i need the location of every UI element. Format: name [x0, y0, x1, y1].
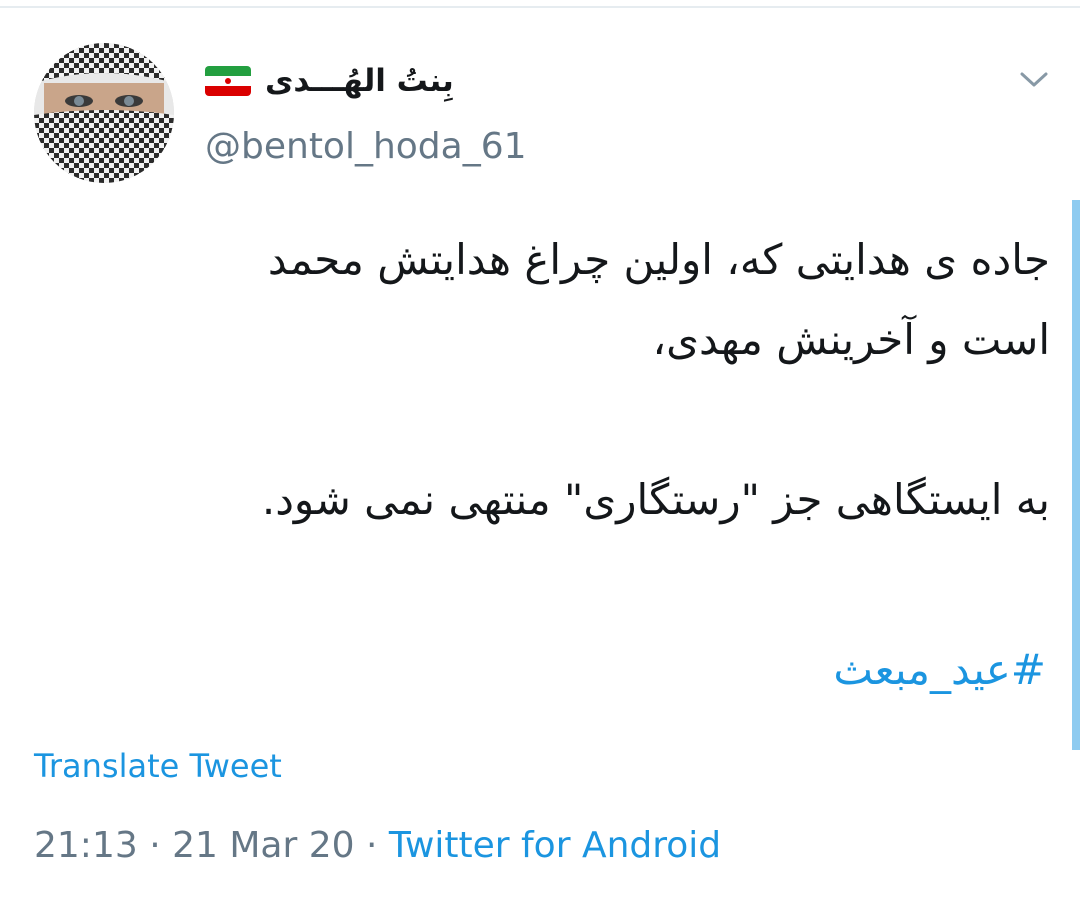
- meta-separator: ·: [366, 825, 378, 866]
- avatar-image: [34, 43, 174, 183]
- author-name-row[interactable]: بِنتُ الهُـــدی: [205, 58, 454, 104]
- tweet-time[interactable]: 21:13: [34, 825, 138, 866]
- tweet-menu-button[interactable]: [1014, 62, 1054, 98]
- hashtag-link[interactable]: #عید_مبعث: [833, 635, 1046, 705]
- tweet-line: است و آخرینش مهدی،: [652, 315, 1050, 364]
- top-divider: [0, 6, 1080, 8]
- author-handle[interactable]: @bentol_hoda_61: [205, 124, 527, 170]
- chevron-down-icon: [1020, 72, 1048, 87]
- tweet-text: جاده ی هدایتی که، اولین چراغ هدایتش محمد…: [60, 220, 1050, 540]
- author-display-name: بِنتُ الهُـــدی: [265, 63, 454, 99]
- iran-flag-icon: [205, 66, 251, 96]
- tweet-line: [60, 380, 1050, 460]
- avatar[interactable]: [34, 43, 174, 183]
- tweet-line: جاده ی هدایتی که، اولین چراغ هدایتش محمد: [267, 235, 1050, 284]
- tweet-line: به ایستگاهی جز "رستگاری" منتهی نمی شود.: [261, 475, 1050, 524]
- tweet-source-link[interactable]: Twitter for Android: [389, 825, 721, 866]
- tweet-date[interactable]: 21 Mar 20: [172, 825, 354, 866]
- translate-tweet-link[interactable]: Translate Tweet: [34, 744, 282, 788]
- meta-separator: ·: [149, 825, 161, 866]
- scroll-indicator: [1072, 200, 1080, 750]
- tweet-meta: 21:13 · 21 Mar 20 · Twitter for Android: [34, 822, 721, 870]
